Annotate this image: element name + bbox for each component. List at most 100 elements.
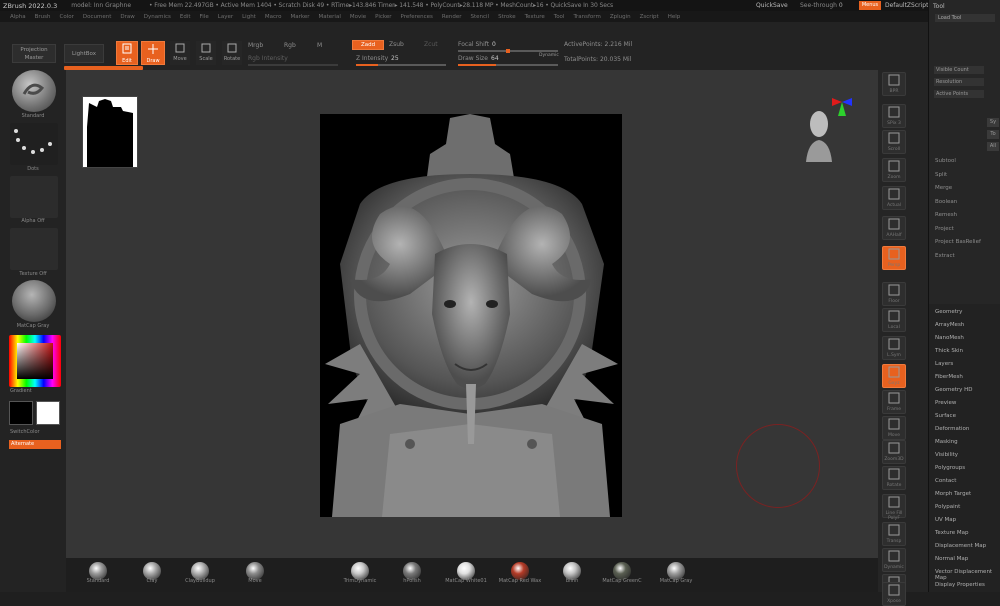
menu-document[interactable]: Document (83, 14, 112, 20)
rgb-button[interactable]: Rgb (284, 42, 296, 49)
color-picker[interactable] (9, 335, 61, 387)
subpalette-fibermesh[interactable]: FiberMesh (935, 374, 963, 380)
subpalette-vector-displacement-map[interactable]: Vector Displacement Map (935, 569, 1000, 581)
subpalette-visibility[interactable]: Visibility (935, 452, 958, 458)
shelf-button-dynamic[interactable]: Dynamic (882, 548, 906, 572)
menu-transform[interactable]: Transform (573, 14, 600, 20)
see-through-slider[interactable]: See-through 0 (800, 2, 843, 9)
quicksave-button[interactable]: QuickSave (756, 2, 788, 9)
default-zscript-button[interactable]: DefaultZScript (885, 2, 928, 9)
shelf-button-aahalf[interactable]: AAHalf (882, 216, 906, 240)
document-canvas[interactable] (320, 114, 622, 517)
draw-button[interactable]: Draw (141, 41, 165, 65)
tool-menu-remesh[interactable]: Remesh (935, 212, 957, 218)
menu-stencil[interactable]: Stencil (470, 14, 489, 20)
shelf-button-line-fill-polyf[interactable]: Line Fill PolyF (882, 494, 906, 521)
scale-button[interactable]: Scale (196, 41, 216, 65)
material-blinn[interactable]: Blinn (550, 562, 594, 584)
zsub-button[interactable]: Zsub (389, 41, 404, 48)
shelf-button-rotate[interactable]: Rotate (882, 466, 906, 490)
tool-menu-extract[interactable]: Extract (935, 253, 955, 259)
tool-menu-project[interactable]: Project (935, 226, 954, 232)
subpalette-uv-map[interactable]: UV Map (935, 517, 956, 523)
load-tool-button[interactable]: Load Tool (935, 14, 995, 22)
subtool-info-row[interactable]: Active Points (934, 90, 984, 98)
shelf-button-persp[interactable]: Persp (882, 246, 906, 270)
shelf-button-zoom[interactable]: Zoom (882, 158, 906, 182)
menu-file[interactable]: File (200, 14, 209, 20)
menu-tool[interactable]: Tool (554, 14, 565, 20)
color-picker-square[interactable] (17, 343, 53, 379)
menu-texture[interactable]: Texture (525, 14, 545, 20)
menu-brush[interactable]: Brush (35, 14, 51, 20)
material-matcap-red-wax[interactable]: MatCap Red Wax (498, 562, 542, 584)
subpalette-nanomesh[interactable]: NanoMesh (935, 335, 964, 341)
projection-master-button[interactable]: Projection Master (12, 44, 56, 63)
rotate-button[interactable]: Rotate (222, 41, 242, 65)
main-color-swatch[interactable] (9, 401, 33, 425)
subpalette-preview[interactable]: Preview (935, 400, 956, 406)
material-matcap-white01[interactable]: MatCap White01 (444, 562, 488, 584)
zcut-button[interactable]: Zcut (424, 41, 438, 48)
subtool-side-button[interactable]: To (987, 130, 999, 139)
focal-shift-thumb[interactable] (506, 49, 510, 53)
subtool-info-row[interactable]: Visible Count (934, 66, 984, 74)
shelf-button-gxyz[interactable]: Gxyz (882, 364, 906, 388)
subtool-side-button[interactable]: All (987, 142, 999, 151)
menu-picker[interactable]: Picker (375, 14, 391, 20)
mrgb-button[interactable]: Mrgb (248, 42, 263, 49)
menu-color[interactable]: Color (60, 14, 74, 20)
subpalette-polygroups[interactable]: Polygroups (935, 465, 965, 471)
subpalette-polypaint[interactable]: Polypaint (935, 504, 960, 510)
subpalette-geometry-hd[interactable]: Geometry HD (935, 387, 973, 393)
material-move[interactable]: Move (233, 562, 277, 584)
material-trimdynamic[interactable]: TrimDynamic (338, 562, 382, 584)
menu-stroke[interactable]: Stroke (498, 14, 516, 20)
subpalette-layers[interactable]: Layers (935, 361, 953, 367)
menus-toggle-button[interactable]: Menus (859, 1, 881, 10)
material-standard[interactable]: Standard (76, 562, 120, 584)
move-button[interactable]: Move (170, 41, 190, 65)
shelf-button-local[interactable]: Local (882, 308, 906, 332)
lightbox-button[interactable]: LightBox (64, 44, 104, 63)
shelf-button-transp[interactable]: Transp (882, 522, 906, 546)
shelf-button-move[interactable]: Move (882, 416, 906, 440)
material-clay[interactable]: Clay (130, 562, 174, 584)
shelf-button-frame[interactable]: Frame (882, 390, 906, 414)
menu-help[interactable]: Help (668, 14, 681, 20)
dynamic-button[interactable]: Dynamic (539, 53, 559, 58)
subtool-side-button[interactable]: Sy (987, 118, 999, 127)
menu-movie[interactable]: Movie (350, 14, 366, 20)
menu-light[interactable]: Light (242, 14, 256, 20)
material-thumbnail[interactable] (12, 280, 56, 322)
subpalette-display-properties[interactable]: Display Properties (935, 582, 985, 588)
rgb-intensity-slider[interactable]: Rgb Intensity (248, 55, 288, 62)
subpalette-deformation[interactable]: Deformation (935, 426, 969, 432)
edit-button[interactable]: Edit (116, 41, 138, 65)
subpalette-contact[interactable]: Contact (935, 478, 956, 484)
material-matcap-greenc[interactable]: MatCap GreenC (600, 562, 644, 584)
menu-macro[interactable]: Macro (265, 14, 282, 20)
tool-menu-subtool[interactable]: Subtool (935, 158, 956, 164)
menu-material[interactable]: Material (319, 14, 341, 20)
brush-thumbnail[interactable] (12, 70, 56, 112)
stroke-thumbnail[interactable] (10, 123, 58, 165)
shelf-button-l-sym[interactable]: L.Sym (882, 336, 906, 360)
viewport-canvas[interactable] (66, 70, 878, 558)
rgb-intensity-track[interactable] (248, 64, 338, 66)
tool-menu-merge[interactable]: Merge (935, 185, 952, 191)
material-matcap-gray[interactable]: MatCap Gray (654, 562, 698, 584)
material-hpolish[interactable]: hPolish (390, 562, 434, 584)
material-claybuildup[interactable]: ClayBuildup (178, 562, 222, 584)
menu-layer[interactable]: Layer (218, 14, 233, 20)
subtool-info-row[interactable]: Resolution (934, 78, 984, 86)
subpalette-texture-map[interactable]: Texture Map (935, 530, 969, 536)
menu-dynamics[interactable]: Dynamics (144, 14, 171, 20)
menu-preferences[interactable]: Preferences (401, 14, 433, 20)
shelf-button-floor[interactable]: Floor (882, 282, 906, 306)
subpalette-displacement-map[interactable]: Displacement Map (935, 543, 986, 549)
tool-menu-project-basrelief[interactable]: Project BasRelief (935, 239, 981, 245)
shelf-button-xpose[interactable]: Xpose (882, 582, 906, 606)
tool-menu-boolean[interactable]: Boolean (935, 199, 957, 205)
m-button[interactable]: M (317, 42, 322, 49)
